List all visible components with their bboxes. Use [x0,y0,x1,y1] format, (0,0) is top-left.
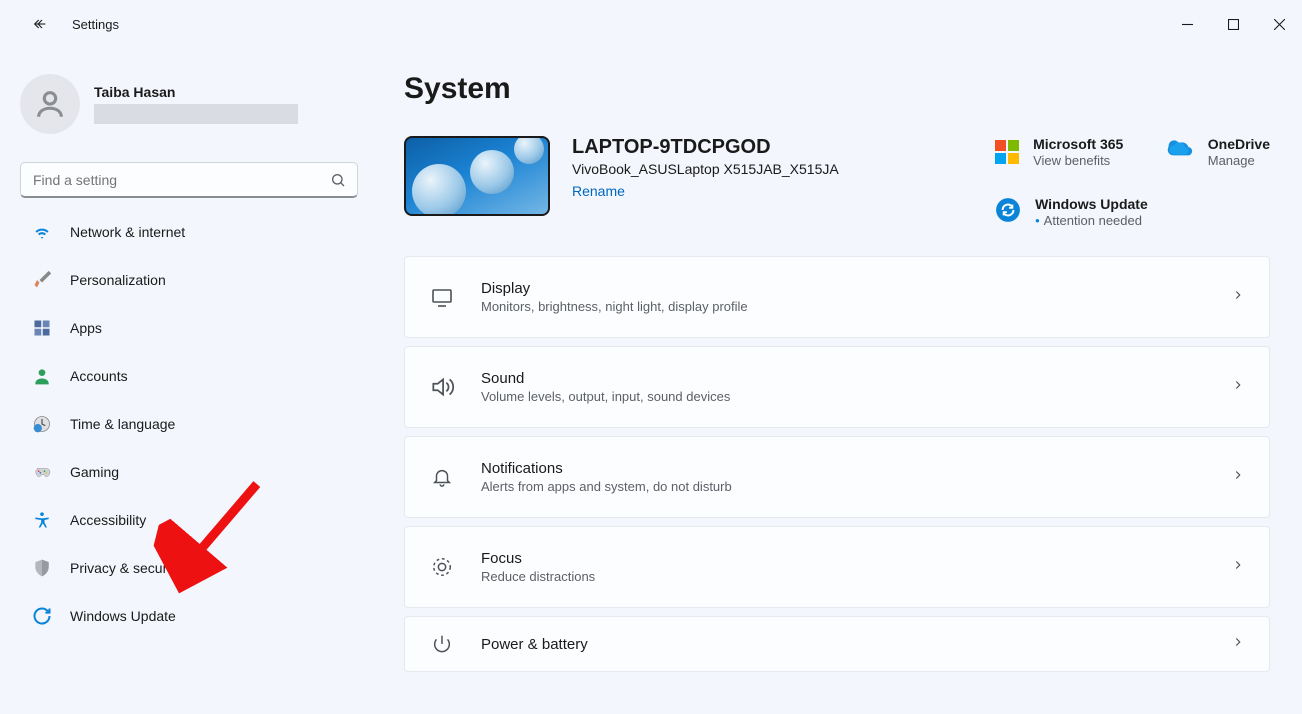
sidebar-item-privacy[interactable]: Privacy & security [18,548,360,588]
sidebar-item-gaming[interactable]: Gaming [18,452,360,492]
titlebar: Settings [0,0,1302,48]
sidebar-item-label: Accounts [70,368,128,384]
sidebar-item-network[interactable]: Network & internet [18,212,360,252]
arrow-left-icon [32,16,48,32]
chevron-right-icon [1231,288,1245,307]
search-box [20,162,358,198]
pc-info-row: LAPTOP-9TDCPGOD VivoBook_ASUSLaptop X515… [404,136,1270,228]
sidebar: Taiba Hasan Network & internet Person [0,48,370,714]
maximize-icon [1228,19,1239,30]
avatar [20,74,80,134]
bell-icon [429,466,455,488]
close-icon [1274,19,1285,30]
paintbrush-icon [32,270,52,290]
page-title: System [404,72,1270,106]
promo-windows-update[interactable]: Windows Update Attention needed [995,196,1148,228]
card-sub: Volume levels, output, input, sound devi… [481,389,1231,404]
card-sub: Alerts from apps and system, do not dist… [481,479,1231,494]
sidebar-item-label: Time & language [70,416,175,432]
card-sound[interactable]: Sound Volume levels, output, input, soun… [404,346,1270,428]
focus-icon [429,556,455,578]
nav-list: Network & internet Personalization Apps … [18,212,364,692]
card-title: Power & battery [481,636,1231,653]
person-icon [33,87,67,121]
sidebar-item-label: Privacy & security [70,560,181,576]
sidebar-item-apps[interactable]: Apps [18,308,360,348]
onedrive-icon [1164,136,1194,161]
sidebar-item-label: Accessibility [70,512,146,528]
sidebar-item-update[interactable]: Windows Update [18,596,360,636]
display-icon [429,285,455,309]
account-icon [32,366,52,386]
sidebar-item-accounts[interactable]: Accounts [18,356,360,396]
sidebar-item-label: Gaming [70,464,119,480]
card-title: Notifications [481,460,1231,477]
maximize-button[interactable] [1210,8,1256,40]
card-focus[interactable]: Focus Reduce distractions [404,526,1270,608]
app-title: Settings [72,17,119,32]
chevron-right-icon [1231,378,1245,397]
sidebar-item-label: Network & internet [70,224,185,240]
promo-title: Windows Update [1035,196,1148,212]
shield-icon [32,558,52,578]
promo-microsoft-365[interactable]: Microsoft 365 View benefits [995,136,1148,168]
window-controls [1164,8,1302,40]
clock-globe-icon [32,414,52,434]
pc-model: VivoBook_ASUSLaptop X515JAB_X515JA [572,161,839,177]
sidebar-item-personalization[interactable]: Personalization [18,260,360,300]
chevron-right-icon [1231,635,1245,654]
accessibility-icon [32,510,52,530]
wifi-icon [32,222,52,242]
profile-block[interactable]: Taiba Hasan [18,48,364,152]
close-button[interactable] [1256,8,1302,40]
promo-title: OneDrive [1208,136,1270,152]
update-icon [32,606,52,626]
card-title: Focus [481,550,1231,567]
search-icon [330,172,346,188]
rename-link[interactable]: Rename [572,183,625,199]
promo-sub: View benefits [1033,153,1123,168]
promo-onedrive[interactable]: OneDrive Manage [1164,136,1270,228]
card-sub: Monitors, brightness, night light, displ… [481,299,1231,314]
sidebar-item-label: Windows Update [70,608,176,624]
card-power[interactable]: Power & battery [404,616,1270,672]
settings-cards: Display Monitors, brightness, night ligh… [404,256,1270,672]
minimize-icon [1182,19,1193,30]
sidebar-item-label: Personalization [70,272,166,288]
chevron-right-icon [1231,468,1245,487]
card-title: Display [481,280,1231,297]
promo-sub: Manage [1208,153,1270,168]
pc-wallpaper-thumb[interactable] [404,136,550,216]
main-content: System LAPTOP-9TDCPGOD VivoBook_ASUSLapt… [370,48,1302,714]
card-notifications[interactable]: Notifications Alerts from apps and syste… [404,436,1270,518]
promo-sub: Attention needed [1035,213,1148,228]
sound-icon [429,374,455,400]
sidebar-item-label: Apps [70,320,102,336]
apps-icon [32,318,52,338]
gamepad-icon [32,462,52,482]
card-sub: Reduce distractions [481,569,1231,584]
card-title: Sound [481,370,1231,387]
promo-title: Microsoft 365 [1033,136,1123,152]
card-display[interactable]: Display Monitors, brightness, night ligh… [404,256,1270,338]
profile-name: Taiba Hasan [94,84,298,100]
back-button[interactable] [20,4,60,44]
pc-name: LAPTOP-9TDCPGOD [572,136,839,159]
sidebar-item-time[interactable]: Time & language [18,404,360,444]
search-input[interactable] [20,162,358,198]
minimize-button[interactable] [1164,8,1210,40]
profile-email-redacted [94,104,298,124]
microsoft-logo-icon [995,140,1019,164]
sync-icon [995,197,1021,228]
power-icon [429,633,455,655]
chevron-right-icon [1231,558,1245,577]
sidebar-item-accessibility[interactable]: Accessibility [18,500,360,540]
